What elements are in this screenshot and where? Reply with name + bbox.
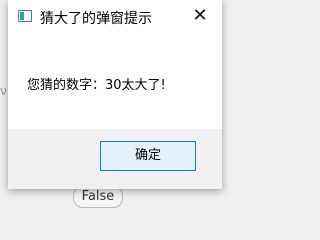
- close-button[interactable]: ✕: [186, 4, 214, 28]
- window-icon: [18, 10, 32, 22]
- background-text-fragment: ν: [0, 84, 7, 98]
- close-icon: ✕: [192, 5, 208, 26]
- dialog-message: 您猜的数字：30太大了!: [27, 78, 166, 93]
- ok-button[interactable]: 确定: [100, 141, 196, 171]
- message-dialog: 猜大了的弹窗提示 ✕ 您猜的数字：30太大了! 确定: [8, 0, 222, 189]
- dialog-titlebar: 猜大了的弹窗提示 ✕: [8, 0, 222, 34]
- background-false-button[interactable]: False: [73, 186, 123, 208]
- dialog-content: 您猜的数字：30太大了!: [8, 34, 222, 129]
- dialog-title: 猜大了的弹窗提示: [40, 11, 152, 27]
- dialog-footer: 确定: [8, 129, 222, 189]
